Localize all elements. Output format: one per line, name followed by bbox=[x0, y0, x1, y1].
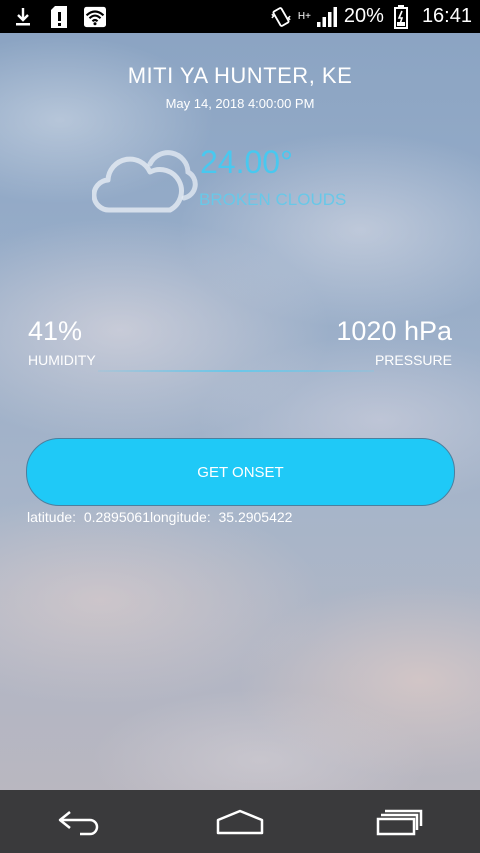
wifi-icon bbox=[84, 6, 106, 28]
clock: 16:41 bbox=[421, 5, 472, 27]
back-icon bbox=[58, 810, 99, 835]
status-bar: H+ 20% 16:41 bbox=[0, 0, 480, 33]
pressure-label: PRESSURE bbox=[374, 352, 452, 368]
home-icon bbox=[216, 809, 264, 834]
navigation-bar bbox=[0, 790, 480, 853]
recents-icon bbox=[376, 809, 423, 835]
weather-condition: BROKEN CLOUDS bbox=[199, 190, 347, 209]
humidity-value: 41% bbox=[28, 316, 83, 346]
home-button[interactable] bbox=[195, 797, 285, 847]
get-onset-button[interactable]: GET ONSET bbox=[26, 438, 455, 506]
download-icon bbox=[12, 6, 34, 28]
recents-button[interactable] bbox=[355, 797, 445, 847]
cloud-icon bbox=[91, 142, 198, 214]
location-title: MITI YA HUNTER, KE bbox=[127, 63, 353, 88]
pressure-value: 1020 hPa bbox=[336, 316, 452, 346]
temperature: 24.00° bbox=[200, 144, 293, 180]
sd-card-alert-icon bbox=[48, 5, 70, 28]
battery-percent: 20% bbox=[343, 5, 384, 27]
humidity-label: HUMIDITY bbox=[28, 352, 96, 368]
back-button[interactable] bbox=[35, 797, 125, 847]
coordinates-text: latitude: 0.2895061longitude: 35.2905422 bbox=[27, 509, 293, 525]
battery-icon bbox=[390, 4, 412, 29]
sky-background bbox=[0, 0, 480, 790]
signal-icon bbox=[316, 6, 338, 28]
network-type: H+ bbox=[297, 10, 311, 22]
weather-datetime: May 14, 2018 4:00:00 PM bbox=[165, 96, 315, 111]
stats-divider bbox=[98, 370, 374, 372]
vibrate-icon bbox=[270, 6, 292, 28]
